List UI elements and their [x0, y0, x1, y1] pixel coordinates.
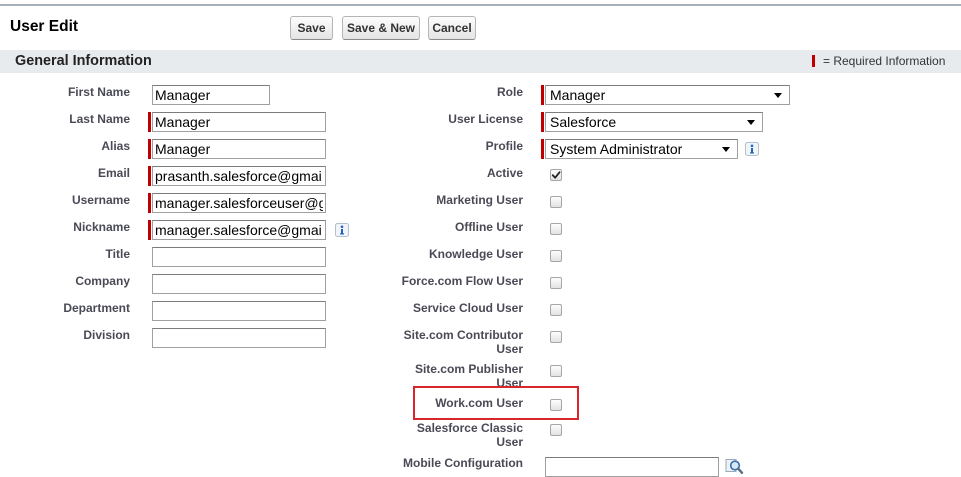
- site-contributor-user-row: Site.com Contributor User: [395, 328, 961, 356]
- dropdown-arrow-icon: [722, 147, 730, 152]
- checkmark-icon: [551, 171, 561, 179]
- first-name-input[interactable]: [152, 85, 270, 105]
- info-icon[interactable]: [335, 223, 349, 237]
- marketing-user-label: Marketing User: [436, 193, 523, 207]
- username-row: Username: [0, 193, 395, 213]
- info-icon[interactable]: [745, 142, 759, 156]
- required-legend-text: = Required Information: [823, 54, 946, 68]
- required-indicator: [541, 139, 544, 159]
- company-row: Company: [0, 274, 395, 294]
- knowledge-user-label: Knowledge User: [428, 247, 523, 261]
- flow-user-row: Force.com Flow User: [395, 274, 961, 294]
- user-license-label: User License: [448, 112, 523, 126]
- flow-user-label: Force.com Flow User: [401, 274, 523, 288]
- title-row: Title: [0, 247, 395, 267]
- classic-user-checkbox[interactable]: [550, 424, 562, 436]
- service-cloud-user-label: Service Cloud User: [412, 301, 523, 315]
- required-indicator: [541, 85, 544, 105]
- username-input[interactable]: [152, 193, 326, 213]
- knowledge-user-row: Knowledge User: [395, 247, 961, 267]
- alias-input[interactable]: [152, 139, 326, 159]
- save-and-new-button[interactable]: Save & New: [342, 16, 420, 40]
- active-checkbox[interactable]: [550, 169, 562, 181]
- service-cloud-user-row: Service Cloud User: [395, 301, 961, 321]
- site-publisher-user-checkbox[interactable]: [550, 365, 562, 377]
- role-select[interactable]: Manager: [545, 85, 790, 105]
- dropdown-arrow-icon: [747, 120, 755, 125]
- nickname-row: Nickname: [0, 220, 395, 240]
- department-row: Department: [0, 301, 395, 321]
- role-row: Role Manager: [395, 85, 961, 105]
- alias-label: Alias: [101, 139, 130, 153]
- page-top-border: [0, 4, 961, 6]
- site-contributor-user-checkbox[interactable]: [550, 331, 562, 343]
- required-indicator: [148, 193, 151, 213]
- email-row: Email: [0, 166, 395, 186]
- division-row: Division: [0, 328, 395, 348]
- email-input[interactable]: [152, 166, 326, 186]
- title-input[interactable]: [152, 247, 326, 267]
- title-label: Title: [105, 247, 130, 261]
- required-indicator: [148, 139, 151, 159]
- department-label: Department: [63, 301, 130, 315]
- mobile-configuration-input[interactable]: [545, 457, 719, 477]
- profile-label: Profile: [485, 139, 523, 153]
- site-publisher-user-label: Site.com Publisher User: [414, 362, 523, 390]
- page-title: User Edit: [10, 18, 79, 35]
- first-name-row: First Name: [0, 85, 395, 105]
- site-publisher-user-row: Site.com Publisher User: [395, 362, 961, 390]
- role-select-value: Manager: [550, 87, 606, 103]
- section-header: General Information = Required Informati…: [0, 50, 961, 73]
- required-indicator: [148, 112, 151, 132]
- section-title: General Information: [15, 53, 152, 69]
- marketing-user-checkbox[interactable]: [550, 196, 562, 208]
- last-name-label: Last Name: [69, 112, 130, 126]
- nickname-label: Nickname: [73, 220, 130, 234]
- work-com-user-row: Work.com User: [395, 396, 961, 416]
- dropdown-arrow-icon: [774, 93, 782, 98]
- save-button[interactable]: Save: [290, 16, 333, 40]
- active-label: Active: [486, 166, 523, 180]
- company-label: Company: [75, 274, 130, 288]
- offline-user-row: Offline User: [395, 220, 961, 240]
- work-com-user-checkbox[interactable]: [550, 399, 562, 411]
- offline-user-checkbox[interactable]: [550, 223, 562, 235]
- required-indicator: [541, 112, 544, 132]
- mobile-configuration-row: Mobile Configuration: [395, 456, 961, 477]
- profile-row: Profile System Administrator: [395, 139, 961, 159]
- last-name-row: Last Name: [0, 112, 395, 132]
- active-row: Active: [395, 166, 961, 186]
- classic-user-row: Salesforce Classic User: [395, 421, 961, 449]
- profile-select[interactable]: System Administrator: [545, 139, 738, 159]
- knowledge-user-checkbox[interactable]: [550, 250, 562, 262]
- username-label: Username: [71, 193, 130, 207]
- nickname-input[interactable]: [152, 220, 326, 240]
- user-license-select[interactable]: Salesforce: [545, 112, 763, 132]
- site-contributor-user-label: Site.com Contributor User: [403, 328, 523, 356]
- email-label: Email: [97, 166, 130, 180]
- classic-user-label: Salesforce Classic User: [416, 421, 523, 449]
- service-cloud-user-checkbox[interactable]: [550, 304, 562, 316]
- profile-select-value: System Administrator: [550, 141, 683, 157]
- user-license-row: User License Salesforce: [395, 112, 961, 132]
- offline-user-label: Offline User: [454, 220, 523, 234]
- department-input[interactable]: [152, 301, 326, 321]
- required-indicator: [148, 166, 151, 186]
- flow-user-checkbox[interactable]: [550, 277, 562, 289]
- marketing-user-row: Marketing User: [395, 193, 961, 213]
- work-com-user-label: Work.com User: [435, 396, 523, 410]
- division-input[interactable]: [152, 328, 326, 348]
- last-name-input[interactable]: [152, 112, 326, 132]
- alias-row: Alias: [0, 139, 395, 159]
- cancel-button[interactable]: Cancel: [428, 16, 476, 40]
- required-indicator: [148, 220, 151, 240]
- user-license-select-value: Salesforce: [550, 114, 617, 130]
- role-label: Role: [496, 85, 523, 99]
- required-legend-bar: [812, 55, 815, 67]
- mobile-configuration-label: Mobile Configuration: [403, 456, 523, 470]
- lookup-icon[interactable]: [725, 458, 744, 475]
- first-name-label: First Name: [67, 85, 130, 99]
- company-input[interactable]: [152, 274, 326, 294]
- division-label: Division: [83, 328, 130, 342]
